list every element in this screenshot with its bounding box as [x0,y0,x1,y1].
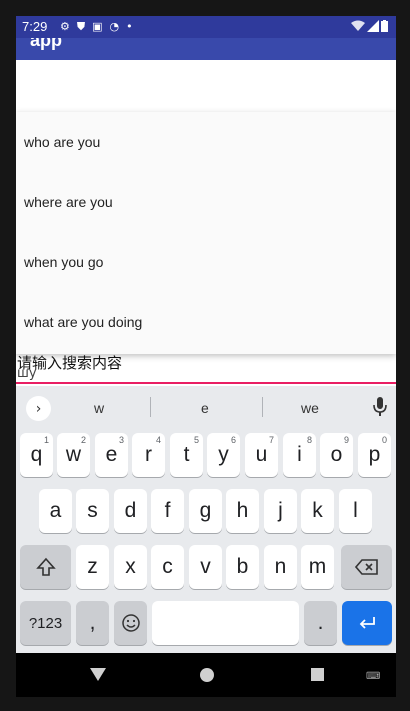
key-h[interactable]: h [226,489,259,533]
key-hint: 3 [118,435,124,445]
status-icons: ⚙ ⛊ ▣ ◔ • [60,20,133,34]
enter-icon [359,617,375,629]
shield-icon: ⛊ [76,20,86,33]
key-label: o [330,443,343,466]
battery-icon [381,20,388,32]
status-time: 7:29 [22,19,48,34]
key-hint: 7 [268,435,274,445]
key-w[interactable]: w2 [57,433,90,477]
key-y[interactable]: y6 [207,433,240,477]
key-hint: 0 [381,435,387,445]
suggestion-list: who are you where are you when you go wh… [16,112,396,354]
key-s[interactable]: s [76,489,109,533]
key-label: r [145,443,152,466]
key-hint: 5 [193,435,199,445]
key-v[interactable]: v [189,545,222,589]
signal-icon [367,20,379,32]
key-q[interactable]: q1 [20,433,53,477]
a-badge-icon: ▣ [92,20,103,33]
key-k[interactable]: k [301,489,334,533]
key-r[interactable]: r4 [132,433,165,477]
home-icon[interactable] [200,668,214,682]
wifi-icon [351,20,365,31]
key-label: t [183,443,190,466]
keyboard-suggestion-strip: › w e we [16,386,396,426]
navigation-bar: ⌨ [16,653,396,697]
emoji-key[interactable] [114,601,147,645]
key-label: y [218,443,229,466]
key-x[interactable]: x [114,545,147,589]
status-bar: 7:29 ⚙ ⛊ ▣ ◔ • [16,16,396,38]
shift-icon [35,557,56,576]
backspace-icon [354,559,378,575]
key-u[interactable]: u7 [245,433,278,477]
space-key[interactable] [152,601,299,645]
key-d[interactable]: d [114,489,147,533]
symbols-key[interactable]: ?123 [20,601,71,645]
keyboard-switch-icon[interactable]: ⌨ [366,671,380,682]
keyboard-suggestion[interactable]: w [94,400,104,416]
key-label: e [105,443,118,466]
suggestion-item[interactable]: where are you [16,172,396,232]
soft-keyboard: › w e we q1 w2 e3 r4 t5 y6 u7 i8 o9 p 0 … [16,386,396,653]
key-hint: 2 [80,435,86,445]
keyboard-suggestion[interactable]: e [201,400,209,416]
screen: 7:29 ⚙ ⛊ ▣ ◔ • app who are you where are… [16,16,396,697]
key-f[interactable]: f [151,489,184,533]
key-label: q [30,443,43,466]
key-l[interactable]: l [339,489,372,533]
key-c[interactable]: c [151,545,184,589]
key-hint: 1 [43,435,49,445]
dot-icon: • [126,20,133,33]
key-m[interactable]: m [301,545,334,589]
wifi-question-icon: ◔ [109,20,120,33]
enter-key[interactable] [342,601,392,645]
suggestion-item[interactable]: when you go [16,232,396,292]
backspace-key[interactable] [341,545,392,589]
app-title: app [30,38,63,50]
suggestion-divider [262,397,263,417]
key-o[interactable]: o9 [320,433,353,477]
key-t[interactable]: t5 [170,433,203,477]
key-g[interactable]: g [189,489,222,533]
key-a[interactable]: a [39,489,72,533]
key-i[interactable]: i8 [283,433,316,477]
keyboard-suggestion[interactable]: we [301,400,319,416]
key-hint: 9 [343,435,349,445]
key-hint: 4 [155,435,161,445]
key-j[interactable]: j [264,489,297,533]
device-frame: 7:29 ⚙ ⛊ ▣ ◔ • app who are you where are… [0,0,410,711]
emoji-icon [121,614,140,632]
key-z[interactable]: z [76,545,109,589]
back-icon[interactable] [90,668,106,681]
key-b[interactable]: b [226,545,259,589]
gear-icon: ⚙ [60,20,70,33]
status-right-icons [351,20,388,32]
key-label: w [65,443,82,466]
key-p[interactable]: p0 [358,433,391,477]
key-e[interactable]: e3 [95,433,128,477]
shift-key[interactable] [20,545,71,589]
suggestion-item[interactable]: what are you doing [16,292,396,352]
key-label: p [368,443,381,466]
comma-key[interactable]: , [76,601,109,645]
search-underline [16,382,396,384]
key-n[interactable]: n [264,545,297,589]
period-key[interactable]: . [304,601,337,645]
key-label: i [297,443,302,466]
app-bar: app [16,38,396,60]
chevron-right-icon[interactable]: › [26,396,51,421]
key-hint: 8 [306,435,312,445]
recents-icon[interactable] [311,668,324,681]
microphone-icon[interactable] [372,396,388,418]
suggestion-item[interactable]: who are you [16,112,396,172]
key-label: u [255,443,268,466]
suggestion-divider [150,397,151,417]
search-hint: 请输入搜索内容 [17,354,123,372]
key-hint: 6 [230,435,236,445]
